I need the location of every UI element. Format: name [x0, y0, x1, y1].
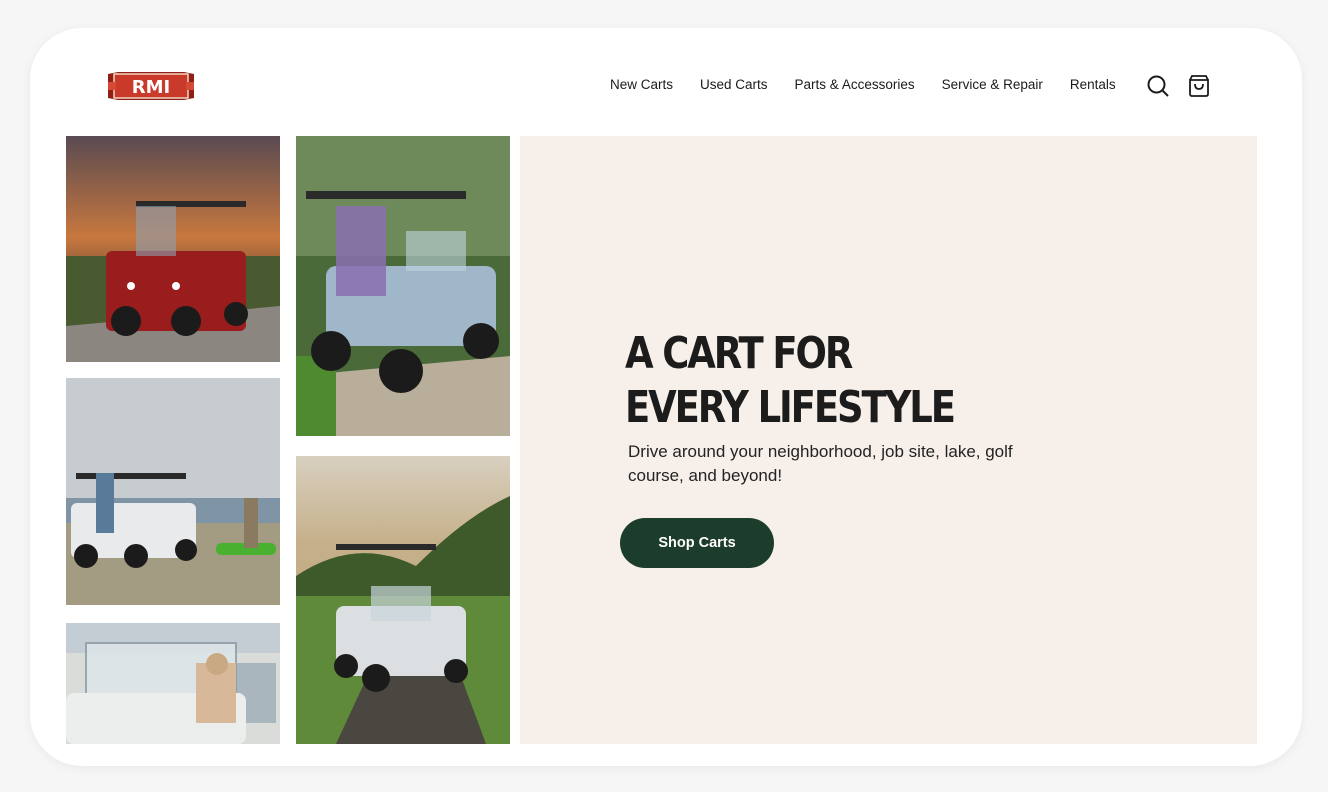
nav-rentals[interactable]: Rentals [1070, 77, 1116, 92]
shopping-bag-icon[interactable] [1187, 74, 1211, 98]
nav-used-carts[interactable]: Used Carts [700, 77, 768, 92]
main-nav: New Carts Used Carts Parts & Accessories… [610, 77, 1116, 92]
search-icon[interactable] [1146, 74, 1170, 98]
nav-parts-accessories[interactable]: Parts & Accessories [795, 77, 915, 92]
photo-blue-cart-woods [296, 136, 510, 436]
hero-subtitle: Drive around your neighborhood, job site… [628, 442, 1013, 485]
photo-white-cart-lake [66, 378, 280, 605]
photo-red-cart-sunset [66, 136, 280, 362]
hero-title-line1: A CART FOR [625, 328, 853, 379]
nav-service-repair[interactable]: Service & Repair [942, 77, 1043, 92]
logo-text: RMI [132, 77, 170, 98]
shop-carts-button[interactable]: Shop Carts [620, 518, 774, 568]
photo-cart-golf-path [296, 456, 510, 744]
photo-cart-house [66, 623, 280, 744]
browser-frame: RMI New Carts Used Carts Parts & Accesso… [30, 28, 1302, 766]
hero-panel: A CART FOR EVERY LIFESTYLE Drive around … [520, 136, 1257, 744]
rmi-logo[interactable]: RMI [108, 70, 194, 102]
hero-title: A CART FOR EVERY LIFESTYLE [625, 327, 956, 435]
hero-title-line2: EVERY LIFESTYLE [625, 382, 956, 433]
nav-new-carts[interactable]: New Carts [610, 77, 673, 92]
